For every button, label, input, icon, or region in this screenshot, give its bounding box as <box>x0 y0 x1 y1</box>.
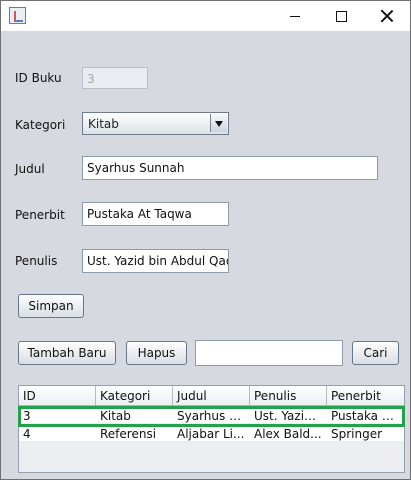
publisher-field[interactable]: Pustaka At Taqwa <box>82 202 229 226</box>
column-id[interactable]: ID <box>19 386 96 405</box>
category-selected-value: Kitab <box>88 117 119 131</box>
cell-author: Alex Bald... <box>254 427 322 441</box>
maximize-icon <box>335 10 347 22</box>
cell-id: 4 <box>23 427 31 441</box>
category-label: Kategori <box>15 118 66 132</box>
minimize-button[interactable] <box>272 1 318 31</box>
selected-row-highlight <box>18 406 405 427</box>
cell-title: Aljabar Li... <box>177 427 245 441</box>
maximize-button[interactable] <box>318 1 364 31</box>
column-category[interactable]: Kategori <box>96 386 173 405</box>
column-title[interactable]: Judul <box>173 386 250 405</box>
category-select[interactable]: Kitab <box>82 112 229 135</box>
minimize-icon <box>290 15 300 17</box>
author-field[interactable]: Ust. Yazid bin Abdul Qad <box>82 249 229 273</box>
author-label: Penulis <box>15 254 58 268</box>
id-label: ID Buku <box>15 71 62 85</box>
search-input[interactable] <box>195 340 343 366</box>
delete-button[interactable]: Hapus <box>126 341 187 365</box>
java-icon <box>9 7 26 24</box>
title-field[interactable]: Syarhus Sunnah <box>82 156 378 180</box>
cell-publisher: Springer <box>331 427 383 441</box>
id-field[interactable]: 3 <box>82 67 148 89</box>
publisher-label: Penerbit <box>15 208 65 222</box>
book-table[interactable]: ID Kategori Judul Penulis Penerbit 3 Kit… <box>18 385 405 473</box>
title-label: Judul <box>15 162 45 176</box>
column-publisher[interactable]: Penerbit <box>327 386 404 405</box>
new-button[interactable]: Tambah Baru <box>18 341 116 365</box>
book-form-window: ID Buku 3 Kategori Kitab Judul Syarhus S… <box>0 0 411 480</box>
close-button[interactable] <box>364 1 410 31</box>
close-icon <box>381 10 393 22</box>
chevron-down-icon[interactable] <box>210 114 227 132</box>
table-header: ID Kategori Judul Penulis Penerbit <box>19 386 404 406</box>
search-button[interactable]: Cari <box>352 341 399 365</box>
title-bar[interactable] <box>1 1 410 31</box>
save-button[interactable]: Simpan <box>18 294 84 318</box>
column-author[interactable]: Penulis <box>250 386 327 405</box>
cell-category: Referensi <box>100 427 157 441</box>
table-row[interactable]: 4 Referensi Aljabar Li... Alex Bald... S… <box>19 427 404 441</box>
